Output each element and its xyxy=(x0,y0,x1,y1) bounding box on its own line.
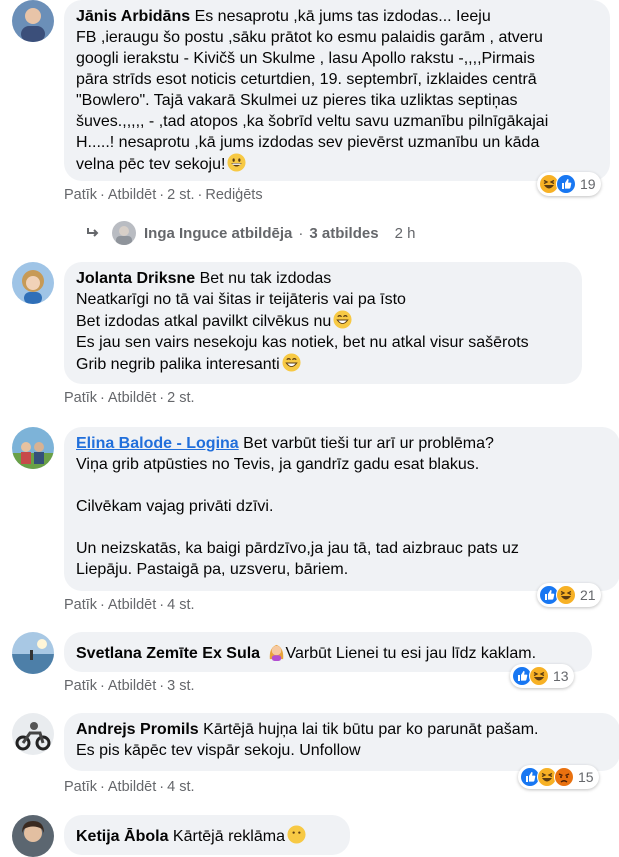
like-icon xyxy=(556,174,576,194)
comment-actions: Patīk · Atbildēt · 3 st. xyxy=(64,678,195,694)
like-link[interactable]: Patīk xyxy=(64,390,97,406)
comment-time[interactable]: 2 st. xyxy=(167,187,194,203)
haha-icon xyxy=(556,585,576,605)
reply-link[interactable]: Atbildēt xyxy=(108,390,156,406)
reactions-summary[interactable]: 13 xyxy=(510,664,574,688)
avatar[interactable] xyxy=(12,632,54,674)
comment-text-line xyxy=(76,475,608,496)
comment-text-line: Kārtējā reklāma xyxy=(172,828,285,845)
reaction-count: 15 xyxy=(578,769,594,785)
comment-text-line: FB ,ieraugu šo postu ,sāku prātot ko esm… xyxy=(76,29,543,46)
comment-bubble: Jānis Arbidāns Es nesaprotu ,kā jums tas… xyxy=(64,0,610,181)
comment-author[interactable]: Elina Balode - Logina xyxy=(76,435,239,452)
replies-count: 3 atbildes xyxy=(309,224,379,242)
avatar xyxy=(112,221,136,245)
comment-text-line: Bet nu tak izdodas xyxy=(199,270,332,287)
reaction-count: 13 xyxy=(553,668,569,684)
comment-text-line: velna pēc tev sekoju! xyxy=(76,156,226,173)
replies-author: Inga Inguce atbildēja xyxy=(144,224,293,242)
comment-text-line: "Bowlero". Tajā vakarā Skulmei uz pieres… xyxy=(76,92,518,109)
comment-text-line: Liepāju. Pastaigā pa, uzsveru, bāriem. xyxy=(76,561,349,578)
reply-arrow-icon xyxy=(87,228,99,237)
comment-author[interactable]: Jolanta Driksne xyxy=(76,270,195,287)
comment-text-line xyxy=(76,517,608,538)
comment-author[interactable]: Jānis Arbidāns xyxy=(76,8,190,25)
comment-text-line: pāra strīds esot noticis ceturtdien, 19.… xyxy=(76,71,537,88)
woman-emoji-icon xyxy=(269,644,283,661)
comment-text-line: H.....! nesaprotu ,kā jums izdodas sev p… xyxy=(76,134,540,151)
like-link[interactable]: Patīk xyxy=(64,597,97,613)
comment-author[interactable]: Ketija Ābola xyxy=(76,828,168,845)
comment-bubble: Ketija Ābola Kārtējā reklāma xyxy=(64,815,350,855)
comment-text-line: Viņa grib atpūsties no Tevis, ja gandrīz… xyxy=(76,456,480,473)
like-link[interactable]: Patīk xyxy=(64,187,97,203)
haha-icon xyxy=(529,666,549,686)
comment-actions: Patīk · Atbildēt · 2 st. · Rediģēts xyxy=(64,187,263,203)
comment-bubble: Andrejs Promils Kārtējā hujņa lai tik bū… xyxy=(64,713,619,771)
comment-actions: Patīk · Atbildēt · 2 st. xyxy=(64,390,195,406)
grin-emoji-icon xyxy=(282,353,301,372)
smile-emoji-icon xyxy=(287,825,306,844)
comment-text-line: Un neizskatās, ka baigi pārdzīvo,ja jau … xyxy=(76,540,519,557)
reply-link[interactable]: Atbildēt xyxy=(108,779,156,795)
comment-text-line: Bet izdodas atkal pavilkt cilvēkus nu xyxy=(76,313,332,330)
comment-text-line: Es jau sen vairs nesekoju kas notiek, be… xyxy=(76,334,529,351)
comment-text-line: Es pis kāpēc tev vispār sekoju. Unfollow xyxy=(76,742,361,759)
comment-time[interactable]: 2 st. xyxy=(167,390,194,406)
avatar[interactable] xyxy=(12,427,54,469)
comment-text-line: šuves.,,,,, - ,tad atopos ,ka šobrīd vel… xyxy=(76,113,549,130)
avatar[interactable] xyxy=(12,262,54,304)
reaction-count: 19 xyxy=(580,176,596,192)
comment-text-line: Cilvēkam vajag privāti dzīvi. xyxy=(76,498,274,515)
edited-label[interactable]: Rediģēts xyxy=(205,187,262,203)
reactions-summary[interactable]: 15 xyxy=(518,765,599,789)
comment-author[interactable]: Andrejs Promils xyxy=(76,721,199,738)
comment-text-line: Neatkarīgi no tā vai šitas ir teijāteris… xyxy=(76,291,406,308)
reply-link[interactable]: Atbildēt xyxy=(108,187,156,203)
comment-actions: Patīk · Atbildēt · 4 st. xyxy=(64,597,195,613)
comment-text-line: Kārtējā hujņa lai tik būtu par ko parunā… xyxy=(203,721,539,738)
view-replies-row[interactable]: Inga Inguce atbildēja · 3 atbildes 2 h xyxy=(86,221,415,245)
like-link[interactable]: Patīk xyxy=(64,678,97,694)
avatar[interactable] xyxy=(12,815,54,857)
like-link[interactable]: Patīk xyxy=(64,779,97,795)
comment-text-line: Es nesaprotu ,kā jums tas izdodas... Iee… xyxy=(194,8,491,25)
comment-bubble: Jolanta Driksne Bet nu tak izdodas Neatk… xyxy=(64,262,582,384)
avatar[interactable] xyxy=(12,713,54,755)
reactions-summary[interactable]: 19 xyxy=(537,172,601,196)
comment-text-line: googli ierakstu - Kivičš un Skulme , las… xyxy=(76,50,535,67)
comment-text-line: Varbūt Lienei tu esi jau līdz kaklam. xyxy=(285,645,537,662)
comment-bubble: Elina Balode - Logina Bet varbūt tieši t… xyxy=(64,427,619,591)
grin-emoji-icon xyxy=(333,310,352,329)
comment-time[interactable]: 4 st. xyxy=(167,597,194,613)
comment-text-line: Bet varbūt tieši tur arī ur problēma? xyxy=(243,435,494,452)
angry-icon xyxy=(554,767,574,787)
reaction-count: 21 xyxy=(580,587,596,603)
reply-link[interactable]: Atbildēt xyxy=(108,678,156,694)
comment-time[interactable]: 4 st. xyxy=(167,779,194,795)
separator: · xyxy=(298,224,304,242)
reply-link[interactable]: Atbildēt xyxy=(108,597,156,613)
comment-actions: Patīk · Atbildēt · 4 st. xyxy=(64,779,195,795)
comment-text-line: Grib negrib palika interesanti xyxy=(76,356,280,373)
reactions-summary[interactable]: 21 xyxy=(537,583,601,607)
grin-emoji-icon xyxy=(227,153,246,172)
avatar[interactable] xyxy=(12,0,54,42)
comment-author[interactable]: Svetlana Zemīte Ex Sula xyxy=(76,645,260,662)
comment-time[interactable]: 3 st. xyxy=(167,678,194,694)
replies-time: 2 h xyxy=(394,224,416,242)
